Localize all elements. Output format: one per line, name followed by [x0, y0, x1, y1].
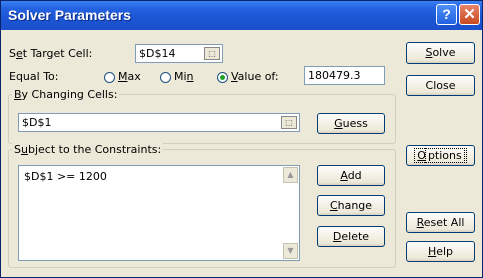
options-button[interactable]: Options [406, 145, 475, 166]
changing-collapse-icon[interactable]: ⬚ [281, 116, 297, 129]
add-button[interactable]: Add [317, 165, 385, 186]
target-cell-value: $D$14 [139, 47, 176, 60]
target-cell-label: Set Target Cell: [9, 47, 93, 60]
min-radio[interactable] [160, 72, 171, 83]
value-of-input[interactable]: 180479.3 [304, 66, 385, 85]
changing-cells-input[interactable]: $D$1 [18, 113, 300, 132]
max-radio-label: Max [118, 70, 141, 83]
constraints-listbox[interactable]: $D$1 >= 1200 ▲ ▼ [18, 165, 300, 261]
guess-button[interactable]: Guess [317, 113, 385, 134]
min-radio-label: Min [174, 70, 194, 83]
close-button[interactable]: Close [406, 75, 475, 96]
value-of-value: 180479.3 [308, 69, 361, 82]
constraint-item[interactable]: $D$1 >= 1200 [24, 170, 107, 183]
close-icon[interactable]: ✕ [459, 4, 480, 25]
change-button[interactable]: Change [317, 195, 385, 216]
dialog-title: Solver Parameters [8, 7, 131, 23]
max-radio[interactable] [104, 72, 115, 83]
value-of-radio[interactable] [217, 72, 228, 83]
solve-button[interactable]: Solve [406, 42, 475, 64]
equal-to-label: Equal To: [9, 70, 59, 83]
value-of-radio-label: Value of: [231, 70, 279, 83]
target-collapse-icon[interactable]: ⬚ [204, 47, 220, 60]
delete-button[interactable]: Delete [317, 226, 385, 247]
changing-cells-value: $D$1 [22, 116, 52, 129]
title-bar[interactable]: Solver Parameters ? ✕ [1, 1, 482, 30]
changing-cells-label: By Changing Cells: [12, 88, 120, 101]
reset-all-button[interactable]: Reset All [406, 212, 475, 233]
scroll-down-icon[interactable]: ▼ [283, 243, 298, 259]
solver-parameters-dialog: Solver Parameters ? ✕ Set Target Cell: $… [0, 0, 483, 278]
constraints-label: Subject to the Constraints: [12, 143, 164, 156]
help-button[interactable]: Help [406, 241, 475, 262]
scroll-up-icon[interactable]: ▲ [283, 167, 298, 183]
help-icon[interactable]: ? [436, 4, 457, 25]
